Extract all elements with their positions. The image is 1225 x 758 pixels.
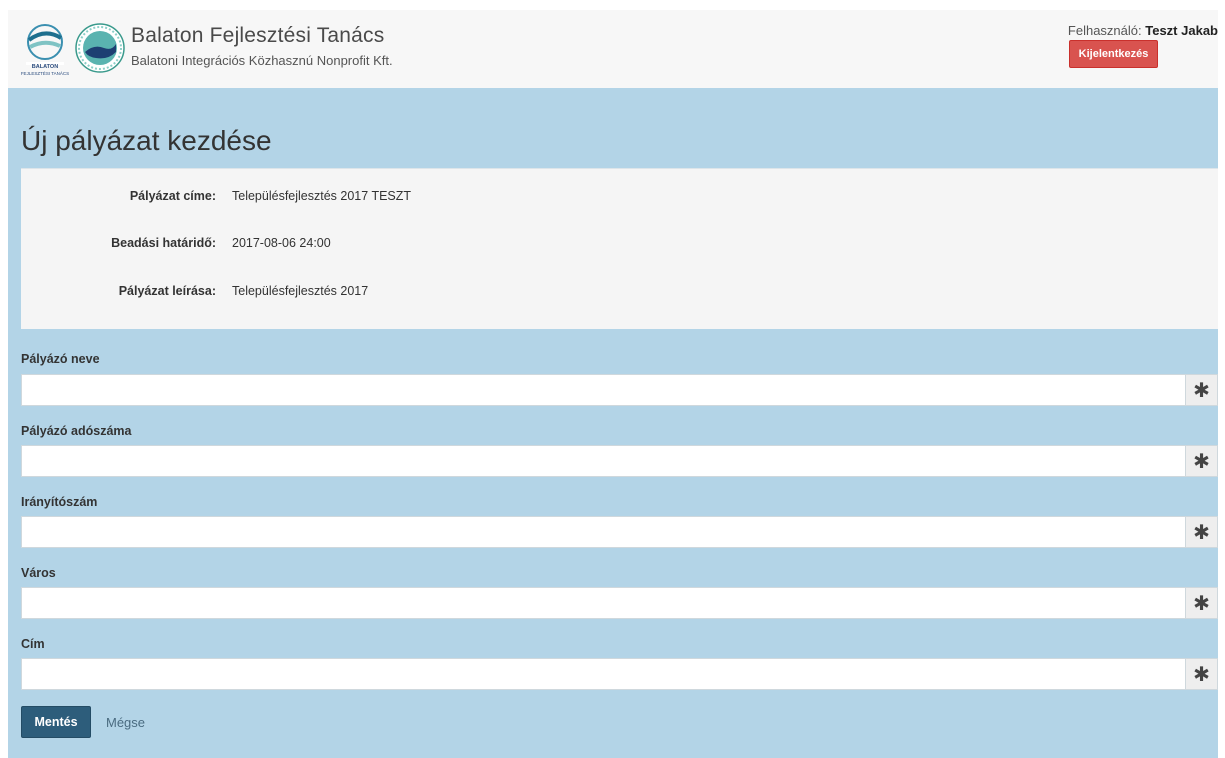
user-info: Felhasználó: Teszt Jakab (1068, 23, 1218, 38)
applicant-name-input[interactable] (21, 374, 1186, 406)
app-window: BALATON FEJLESZTÉSI TANÁCS Balaton Fejle… (8, 10, 1218, 758)
info-label: Pályázat címe: (129, 189, 216, 203)
logout-button[interactable]: Kijelentkezés (1069, 40, 1158, 68)
svg-text:BALATON: BALATON (32, 64, 58, 70)
address-label: Cím (21, 637, 45, 651)
page-title: Új pályázat kezdése (21, 125, 272, 156)
app-title: Balaton Fejlesztési Tanács (131, 24, 385, 47)
city-input[interactable] (21, 587, 1186, 619)
tender-info-panel: Pályázat címe: Településfejlesztés 2017 … (21, 168, 1218, 329)
user-name: Teszt Jakab (1145, 23, 1218, 38)
info-label: Beadási határidő: (111, 236, 216, 250)
balaton-fejlesztesi-tanacs-logo: BALATON FEJLESZTÉSI TANÁCS (21, 24, 69, 76)
city-label: Város (21, 566, 56, 580)
required-asterisk-icon: ✱ (1186, 516, 1218, 548)
applicant-tax-number-input[interactable] (21, 445, 1186, 477)
balatoni-integracios-kft-logo (75, 23, 125, 73)
save-button[interactable]: Mentés (21, 706, 91, 738)
app-subtitle: Balatoni Integrációs Közhasznú Nonprofit… (131, 53, 393, 68)
header: BALATON FEJLESZTÉSI TANÁCS Balaton Fejle… (8, 10, 1218, 88)
postal-code-input[interactable] (21, 516, 1186, 548)
cancel-link[interactable]: Mégse (106, 715, 145, 730)
info-value: Településfejlesztés 2017 TESZT (232, 189, 412, 203)
info-row-description: Pályázat leírása: Településfejlesztés 20… (21, 284, 1218, 304)
info-row-deadline: Beadási határidő: 2017-08-06 24:00 (21, 236, 1218, 256)
required-asterisk-icon: ✱ (1186, 374, 1218, 406)
info-row-title: Pályázat címe: Településfejlesztés 2017 … (21, 189, 1218, 209)
required-asterisk-icon: ✱ (1186, 587, 1218, 619)
info-value: 2017-08-06 24:00 (232, 236, 331, 250)
svg-text:FEJLESZTÉSI TANÁCS: FEJLESZTÉSI TANÁCS (21, 70, 69, 76)
postal-code-label: Irányítószám (21, 495, 98, 509)
info-value: Településfejlesztés 2017 (232, 284, 369, 298)
address-input[interactable] (21, 658, 1186, 690)
required-asterisk-icon: ✱ (1186, 658, 1218, 690)
applicant-name-label: Pályázó neve (21, 352, 100, 366)
required-asterisk-icon: ✱ (1186, 445, 1218, 477)
info-label: Pályázat leírása: (118, 284, 216, 298)
applicant-tax-number-label: Pályázó adószáma (21, 424, 132, 438)
logo-group: BALATON FEJLESZTÉSI TANÁCS (20, 20, 126, 78)
user-label: Felhasználó: (1067, 23, 1142, 38)
